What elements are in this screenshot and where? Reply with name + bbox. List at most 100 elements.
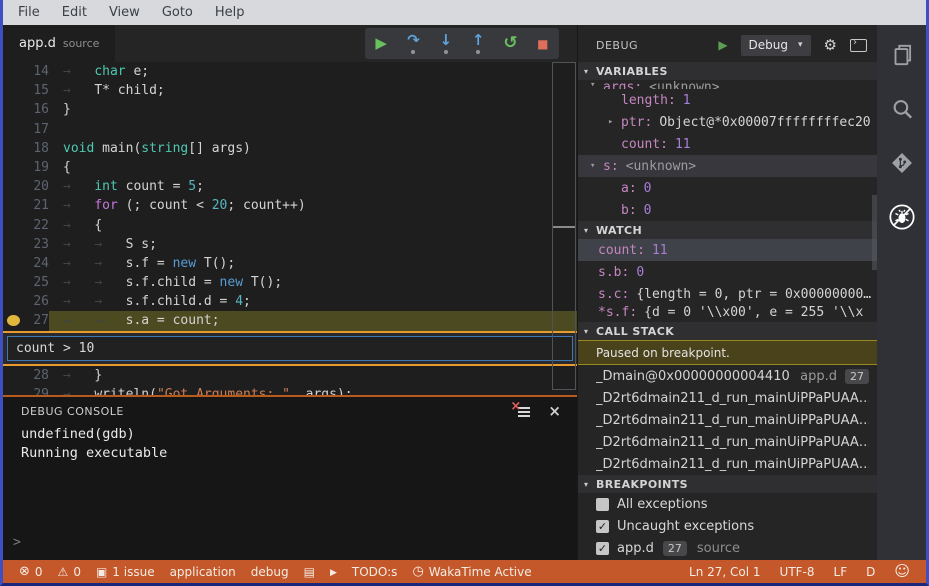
status-item[interactable]: debug <box>251 565 289 579</box>
breakpoint-gutter[interactable] <box>3 235 23 254</box>
status-item[interactable]: WakaTime Active <box>412 565 532 579</box>
breakpoint-gutter[interactable] <box>3 273 23 292</box>
breakpoint-condition-input[interactable]: count > 10 <box>7 335 573 361</box>
status-item[interactable]: 1 issue <box>96 565 154 579</box>
stack-frame[interactable]: _D2rt6dmain211_d_run_mainUiPPaPUAA… <box>578 409 877 431</box>
start-debug-icon[interactable]: ▶ <box>718 38 727 52</box>
variable-row[interactable]: ▸ptr Object@*0x00007ffffffffec20 <box>578 111 877 133</box>
breakpoint-gutter[interactable] <box>3 139 23 158</box>
breakpoint-gutter[interactable] <box>3 100 23 119</box>
editor-tab[interactable]: app.d source <box>3 25 116 62</box>
files-icon[interactable] <box>888 41 916 69</box>
watch-row[interactable]: *s.f {d = 0 '\\x00', e = 255 '\\x <box>578 305 877 322</box>
status-item[interactable] <box>894 564 910 579</box>
menu-item[interactable]: View <box>98 0 151 25</box>
code-text[interactable]: → for (; count < 20; count++) <box>49 196 577 215</box>
editor-scrollbar[interactable] <box>552 62 576 390</box>
menu-item[interactable]: Help <box>204 0 256 25</box>
debug-toolbar-button[interactable] <box>528 29 558 59</box>
debug-toolbar-button[interactable] <box>431 29 461 59</box>
code-text[interactable]: { <box>49 158 577 177</box>
watch-row[interactable]: count 11 <box>578 239 877 261</box>
gear-icon[interactable]: ⚙ <box>824 36 837 54</box>
stack-frame[interactable]: _D2rt6dmain211_d_run_mainUiPPaPUAA… <box>578 453 877 475</box>
breakpoint-item[interactable]: All exceptions <box>578 493 877 515</box>
breakpoint-gutter[interactable] <box>3 216 23 235</box>
breakpoint-gutter[interactable] <box>3 366 23 385</box>
code-text[interactable]: → { <box>49 216 577 235</box>
code-text[interactable]: → T* child; <box>49 81 577 100</box>
section-header-breakpoints[interactable]: ▾ BREAKPOINTS <box>578 475 877 493</box>
menu-item[interactable]: Goto <box>151 0 204 25</box>
code-text[interactable]: → → s.a = count; <box>49 311 577 331</box>
breakpoint-gutter[interactable] <box>3 158 23 177</box>
code-text[interactable]: → char e; <box>49 62 577 81</box>
line-number: 18 <box>33 140 49 156</box>
variable-row[interactable]: ▾s <unknown> <box>578 155 877 177</box>
breakpoint-gutter[interactable] <box>3 81 23 100</box>
status-item[interactable]: UTF-8 <box>780 565 815 579</box>
debug-config-dropdown[interactable]: Debug ▾ <box>740 34 811 56</box>
breakpoint-item[interactable]: Uncaught exceptions <box>578 515 877 537</box>
debug-toolbar-button[interactable] <box>463 29 493 59</box>
variable-row[interactable]: a0 <box>578 177 877 199</box>
expand-icon[interactable]: ▾ <box>590 80 603 89</box>
status-item[interactable]: Ln 27, Col 1 <box>689 565 761 579</box>
expand-icon[interactable]: ▸ <box>608 117 621 127</box>
checkbox[interactable] <box>596 541 609 555</box>
variable-row[interactable]: count 11 <box>578 133 877 155</box>
clear-console-icon[interactable] <box>510 399 531 418</box>
menu-item[interactable]: File <box>7 0 51 25</box>
source-control-icon[interactable] <box>888 149 916 177</box>
search-icon[interactable] <box>888 95 916 123</box>
code-text[interactable]: → → S s; <box>49 235 577 254</box>
status-item[interactable] <box>304 566 315 578</box>
menu-item[interactable]: Edit <box>51 0 98 25</box>
code-text[interactable]: → → s.f.child = new T(); <box>49 273 577 292</box>
status-item[interactable] <box>330 565 337 578</box>
debug-disabled-icon[interactable] <box>888 203 916 231</box>
breakpoint-gutter[interactable] <box>3 120 23 139</box>
panel-scrollbar[interactable] <box>872 195 877 270</box>
status-item[interactable]: TODO:s <box>352 565 398 579</box>
watch-row[interactable]: s.b 0 <box>578 261 877 283</box>
breakpoint-item[interactable]: app.d 27 source <box>578 537 877 559</box>
stack-frame[interactable]: _D2rt6dmain211_d_run_mainUiPPaPUAA… <box>578 431 877 453</box>
code-text[interactable]: → → s.f.child.d = 4; <box>49 292 577 311</box>
status-item[interactable]: LF <box>834 565 848 579</box>
variable-row[interactable]: b0 <box>578 199 877 221</box>
close-icon[interactable]: × <box>548 403 561 419</box>
breakpoint-gutter[interactable] <box>3 62 23 81</box>
breakpoint-gutter[interactable] <box>3 177 23 196</box>
code-text[interactable]: } <box>49 100 577 119</box>
code-text[interactable]: → → s.f = new T(); <box>49 254 577 273</box>
checkbox[interactable] <box>596 519 609 533</box>
code-text[interactable]: → } <box>49 366 577 385</box>
status-item[interactable]: 0 <box>19 565 43 579</box>
code-text[interactable] <box>49 120 577 139</box>
section-header-watch[interactable]: ▾ WATCH <box>578 221 877 239</box>
section-header-call-stack[interactable]: ▾ CALL STACK <box>578 322 877 340</box>
code-text[interactable]: void main(string[] args) <box>49 139 577 158</box>
variable-row[interactable]: ▾args <unknown> <box>578 80 877 89</box>
breakpoint-gutter[interactable] <box>3 196 23 215</box>
debug-toolbar-button[interactable] <box>366 29 396 59</box>
stack-frame[interactable]: _Dmain@0x0000000000441055 app.d 27 <box>578 365 877 387</box>
watch-row[interactable]: s.c {length = 0, ptr = 0x00000000… <box>578 283 877 305</box>
debug-toolbar-button[interactable] <box>495 29 525 59</box>
open-console-icon[interactable] <box>850 37 867 52</box>
breakpoint-gutter[interactable] <box>3 292 23 311</box>
expand-icon[interactable]: ▾ <box>590 161 603 171</box>
checkbox[interactable] <box>596 497 609 511</box>
status-item[interactable]: application <box>170 565 236 579</box>
stack-frame[interactable]: _D2rt6dmain211_d_run_mainUiPPaPUAA… <box>578 387 877 409</box>
debug-toolbar-button[interactable] <box>398 29 428 59</box>
console-prompt[interactable]: > <box>13 535 21 550</box>
breakpoint-gutter[interactable] <box>3 254 23 273</box>
status-item[interactable]: D <box>866 565 875 579</box>
breakpoint-gutter[interactable] <box>3 311 23 330</box>
section-header-variables[interactable]: ▾ VARIABLES <box>578 62 877 80</box>
variable-row[interactable]: length 1 <box>578 89 877 111</box>
code-text[interactable]: → int count = 5; <box>49 177 577 196</box>
status-item[interactable]: 0 <box>58 565 81 579</box>
